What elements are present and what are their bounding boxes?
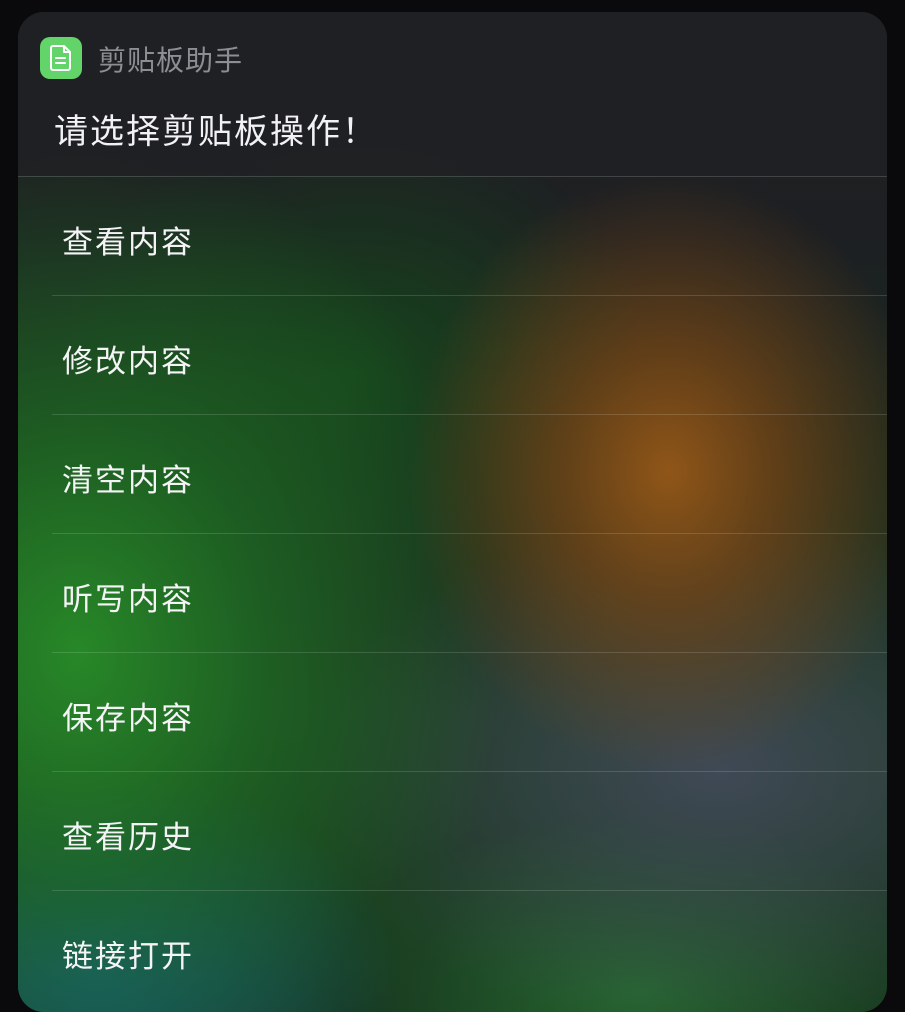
menu-item-view-history[interactable]: 查看历史 xyxy=(52,771,887,890)
menu-item-label: 链接打开 xyxy=(62,939,194,975)
menu-item-label: 清空内容 xyxy=(62,463,194,499)
menu-item-label: 查看内容 xyxy=(62,225,194,261)
menu-item-label: 听写内容 xyxy=(62,582,194,618)
menu-item-open-link[interactable]: 链接打开 xyxy=(52,890,887,1009)
menu-item-view-content[interactable]: 查看内容 xyxy=(18,176,887,295)
sheet-header: 剪贴板助手 请选择剪贴板操作！ xyxy=(18,12,887,176)
action-sheet-panel: 剪贴板助手 请选择剪贴板操作！ 查看内容 修改内容 清空内容 听写内容 保存内容… xyxy=(18,12,887,1012)
menu-item-clear-content[interactable]: 清空内容 xyxy=(52,414,887,533)
action-menu: 查看内容 修改内容 清空内容 听写内容 保存内容 查看历史 链接打开 xyxy=(18,176,887,1009)
menu-item-save-content[interactable]: 保存内容 xyxy=(52,652,887,771)
menu-item-label: 修改内容 xyxy=(62,344,194,380)
document-icon xyxy=(50,45,71,71)
prompt-title: 请选择剪贴板操作！ xyxy=(54,112,378,152)
menu-item-label: 查看历史 xyxy=(62,820,194,856)
app-name: 剪贴板助手 xyxy=(98,44,244,77)
menu-item-label: 保存内容 xyxy=(62,701,194,737)
menu-item-edit-content[interactable]: 修改内容 xyxy=(52,295,887,414)
menu-item-dictate-content[interactable]: 听写内容 xyxy=(52,533,887,652)
app-icon xyxy=(40,37,82,79)
